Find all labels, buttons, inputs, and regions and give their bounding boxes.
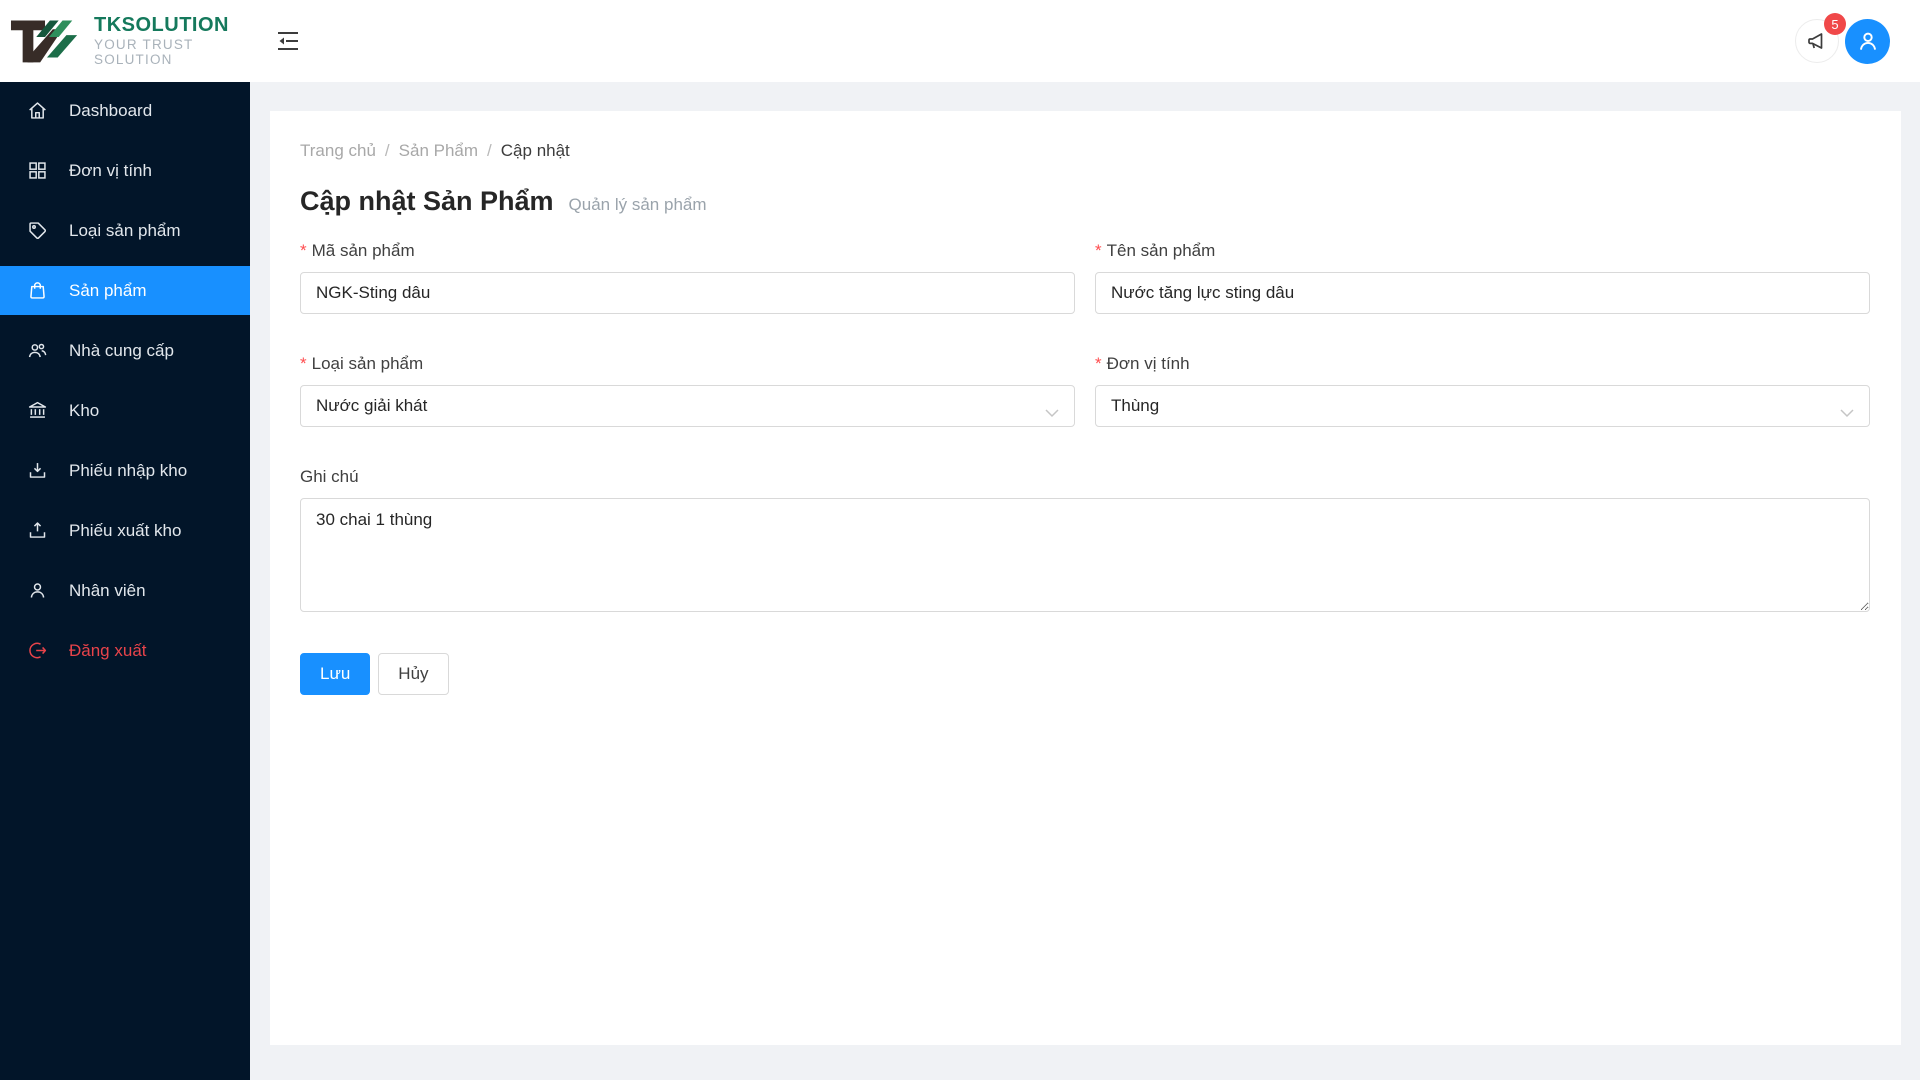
cancel-button[interactable]: Hủy — [378, 653, 449, 695]
brand-name: TKSOLUTION — [94, 14, 229, 37]
sidebar-menu: Dashboard Đơn vị tính Loại sản phẩm Sản … — [0, 82, 250, 675]
sidebar-item-phieu-nhap-kho[interactable]: Phiếu nhập kho — [0, 446, 250, 495]
person-icon — [1859, 32, 1876, 50]
breadcrumb-san-pham[interactable]: Sản Phẩm — [399, 141, 478, 161]
import-icon — [29, 463, 46, 478]
logo-text: TKSOLUTION YOUR TRUST SOLUTION — [94, 15, 252, 66]
main-content-card: Trang chủ / Sản Phẩm / Cập nhật Cập nhật… — [270, 111, 1901, 1045]
appstore-icon — [29, 162, 46, 179]
logo[interactable]: TKSOLUTION YOUR TRUST SOLUTION — [0, 15, 252, 68]
menu-fold-icon[interactable] — [274, 27, 302, 55]
form-actions: Lưu Hủy — [300, 653, 1870, 695]
field-ma-san-pham: * Mã sản phẩm — [300, 241, 1075, 314]
notifications-button[interactable]: 5 — [1795, 13, 1846, 63]
sidebar-item-nha-cung-cap[interactable]: Nhà cung cấp — [0, 326, 250, 375]
sidebar-item-label: Phiếu nhập kho — [69, 460, 188, 480]
sidebar-item-loai-san-pham[interactable]: Loại sản phẩm — [0, 206, 250, 255]
required-marker: * — [300, 241, 307, 260]
sidebar: Dashboard Đơn vị tính Loại sản phẩm Sản … — [0, 82, 250, 1080]
sidebar-item-don-vi-tinh[interactable]: Đơn vị tính — [0, 146, 250, 195]
label-text: Đơn vị tính — [1106, 354, 1190, 373]
sidebar-item-label: Đăng xuất — [69, 640, 147, 660]
page-subtitle: Quản lý sản phẩm — [568, 195, 707, 214]
required-marker: * — [1095, 354, 1102, 373]
chevron-down-icon — [1840, 403, 1854, 423]
tag-icon — [29, 222, 47, 240]
select-value: Thùng — [1111, 396, 1160, 415]
breadcrumb-current: Cập nhật — [500, 141, 570, 160]
megaphone-icon — [1808, 33, 1823, 49]
user-icon — [30, 583, 45, 598]
shopping-bag-icon — [30, 282, 45, 299]
breadcrumb-separator: / — [487, 141, 492, 160]
export-icon — [29, 522, 46, 538]
sidebar-item-dang-xuat[interactable]: Đăng xuất — [0, 626, 250, 675]
field-don-vi-tinh: * Đơn vị tính Thùng — [1095, 354, 1870, 427]
sidebar-item-label: Sản phẩm — [69, 280, 147, 300]
field-label: * Đơn vị tính — [1095, 354, 1870, 374]
label-text: Tên sản phẩm — [1106, 241, 1216, 260]
sidebar-item-san-pham[interactable]: Sản phẩm — [0, 266, 250, 315]
save-button[interactable]: Lưu — [300, 653, 371, 695]
form-row-1: * Mã sản phẩm * Tên sản phẩm — [300, 241, 1870, 314]
ghi-chu-textarea[interactable]: 30 chai 1 thùng — [300, 498, 1870, 612]
field-label: * Tên sản phẩm — [1095, 241, 1870, 261]
brand-tagline: YOUR TRUST SOLUTION — [94, 37, 194, 67]
header-actions: 5 — [1795, 13, 1890, 64]
loai-san-pham-select[interactable]: Nước giải khát — [300, 385, 1075, 427]
notification-badge: 5 — [1824, 13, 1846, 35]
logout-icon — [29, 642, 47, 659]
sidebar-item-label: Nhân viên — [69, 580, 146, 600]
chevron-down-icon — [1045, 403, 1059, 423]
sidebar-item-label: Nhà cung cấp — [69, 340, 174, 360]
team-icon — [28, 343, 47, 358]
label-text: Mã sản phẩm — [311, 241, 415, 260]
breadcrumb-home[interactable]: Trang chủ — [300, 141, 376, 161]
sidebar-item-label: Loại sản phẩm — [69, 220, 181, 240]
top-header: TKSOLUTION YOUR TRUST SOLUTION 5 — [0, 0, 1920, 82]
sidebar-item-label: Dashboard — [69, 100, 153, 120]
sidebar-item-phieu-xuat-kho[interactable]: Phiếu xuất kho — [0, 506, 250, 555]
required-marker: * — [1095, 241, 1102, 260]
sidebar-item-kho[interactable]: Kho — [0, 386, 250, 435]
field-label: Ghi chú — [300, 467, 1870, 487]
select-value: Nước giải khát — [316, 396, 428, 415]
bank-icon — [28, 401, 47, 418]
sidebar-item-label: Phiếu xuất kho — [69, 520, 182, 540]
home-icon — [29, 102, 46, 119]
breadcrumb: Trang chủ / Sản Phẩm / Cập nhật — [300, 141, 1870, 161]
label-text: Ghi chú — [300, 467, 359, 486]
breadcrumb-separator: / — [384, 141, 390, 160]
form-row-2: * Loại sản phẩm Nước giải khát * Đơn vị … — [300, 354, 1870, 427]
page-title: Cập nhật Sản Phẩm — [300, 186, 554, 216]
user-avatar[interactable] — [1845, 18, 1890, 64]
ma-san-pham-input[interactable] — [300, 272, 1075, 314]
page-header: Cập nhật Sản Phẩm Quản lý sản phẩm — [300, 186, 1870, 217]
sidebar-item-nhan-vien[interactable]: Nhân viên — [0, 566, 250, 615]
sidebar-item-label: Kho — [69, 400, 100, 420]
ten-san-pham-input[interactable] — [1095, 272, 1870, 314]
required-marker: * — [300, 354, 307, 373]
field-ghi-chu: Ghi chú 30 chai 1 thùng — [300, 467, 1870, 617]
field-ten-san-pham: * Tên sản phẩm — [1095, 241, 1870, 314]
sidebar-item-label: Đơn vị tính — [69, 160, 152, 180]
product-form: * Mã sản phẩm * Tên sản phẩm * Loại sản … — [300, 241, 1870, 695]
field-label: * Mã sản phẩm — [300, 241, 1075, 261]
brand-logo-icon — [10, 15, 82, 68]
don-vi-tinh-select[interactable]: Thùng — [1095, 385, 1870, 427]
field-loai-san-pham: * Loại sản phẩm Nước giải khát — [300, 354, 1075, 427]
label-text: Loại sản phẩm — [311, 354, 424, 373]
sidebar-item-dashboard[interactable]: Dashboard — [0, 86, 250, 135]
field-label: * Loại sản phẩm — [300, 354, 1075, 374]
